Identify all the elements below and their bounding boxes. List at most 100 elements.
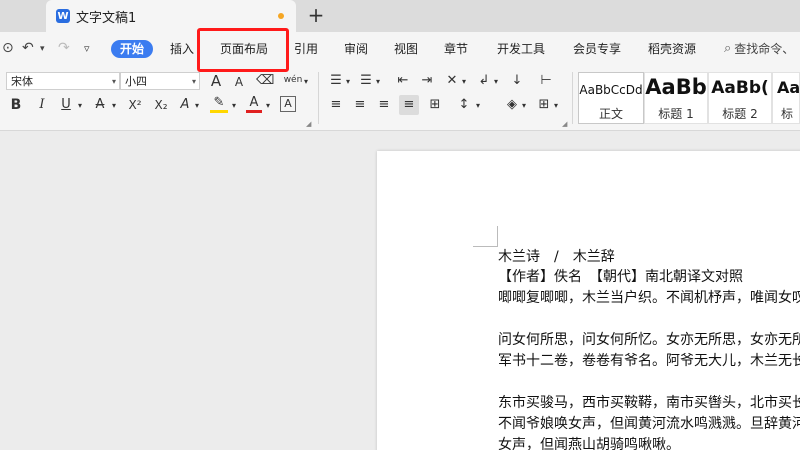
- borders-dropdown-icon[interactable]: ▾: [552, 97, 560, 115]
- character-border-icon[interactable]: A: [280, 96, 296, 112]
- doc-line[interactable]: 女声，但闻燕山胡骑鸣啾啾。: [498, 435, 680, 450]
- quick-access-and-menu-row: ⊙ ↶ ▾ ↷ ▿ 开始 插入 页面布局 引用 审阅 视图 章节 开发工具 会员…: [0, 32, 800, 66]
- print-preview-icon[interactable]: ⊙: [2, 40, 14, 56]
- pinyin-dropdown-icon[interactable]: ▾: [302, 73, 310, 91]
- font-color-dropdown-icon[interactable]: ▾: [264, 97, 272, 115]
- style-preview: AaBb: [645, 75, 707, 99]
- underline-dropdown-icon[interactable]: ▾: [76, 97, 84, 115]
- group-separator: [318, 72, 319, 124]
- clear-format-icon[interactable]: ⌫: [256, 72, 274, 90]
- font-color-icon[interactable]: A: [246, 95, 262, 113]
- style-heading-3[interactable]: Aa 标: [772, 72, 800, 124]
- undo-dropdown-icon[interactable]: ▾: [40, 44, 45, 54]
- doc-line[interactable]: 问女何所思，问女何所忆。女亦无所思，女亦无所忆。昨夜见: [498, 330, 800, 350]
- tab-section[interactable]: 章节: [444, 40, 468, 58]
- style-normal[interactable]: AaBbCcDd 正文: [578, 72, 644, 124]
- tab-developer[interactable]: 开发工具: [497, 40, 545, 58]
- align-left-button[interactable]: ≡: [328, 96, 344, 114]
- font-family-select[interactable]: 宋体 ▾: [6, 72, 120, 90]
- style-preview: AaBb(: [711, 78, 769, 98]
- bullets-icon[interactable]: ☰: [328, 72, 344, 90]
- tab-home[interactable]: 开始: [111, 40, 154, 58]
- style-name: 正文: [598, 107, 623, 121]
- style-preview: Aa: [777, 78, 800, 97]
- tab-member[interactable]: 会员专享: [573, 40, 621, 58]
- bold-button[interactable]: B: [8, 96, 24, 114]
- style-name: 标题 1: [658, 107, 694, 121]
- unsaved-indicator: [278, 13, 284, 19]
- grow-font-icon[interactable]: A: [208, 72, 224, 90]
- font-size-select[interactable]: 小四 ▾: [120, 72, 200, 90]
- annotation-highlight-box: [197, 28, 289, 72]
- tabs-ruler-icon[interactable]: ⊢: [536, 72, 556, 90]
- new-tab-button[interactable]: +: [305, 3, 327, 27]
- doc-line[interactable]: 不闻爷娘唤女声，但闻黄河流水鸣溅溅。旦辞黄河去，暮至黑: [498, 414, 800, 434]
- italic-button[interactable]: I: [34, 96, 50, 114]
- align-center-button[interactable]: ≡: [352, 96, 368, 114]
- bullets-dropdown-icon[interactable]: ▾: [344, 73, 352, 91]
- chinese-layout-icon[interactable]: ✕: [444, 72, 460, 90]
- superscript-button[interactable]: X²: [124, 96, 146, 114]
- font-size-value: 小四: [125, 75, 147, 88]
- borders-icon[interactable]: ⊞: [536, 96, 552, 114]
- tab-review[interactable]: 审阅: [344, 40, 368, 58]
- shading-dropdown-icon[interactable]: ▾: [520, 97, 528, 115]
- highlight-dropdown-icon[interactable]: ▾: [230, 97, 238, 115]
- pinyin-guide-icon[interactable]: wén: [282, 71, 304, 89]
- title-tab-bar: W 文字文稿1 +: [0, 0, 800, 32]
- increase-indent-icon[interactable]: ⇥: [418, 72, 436, 90]
- tab-references[interactable]: 引用: [294, 40, 318, 58]
- wps-writer-icon: W: [56, 9, 70, 23]
- shrink-font-icon[interactable]: A: [232, 73, 246, 91]
- underline-button[interactable]: U: [58, 96, 74, 114]
- redo-icon[interactable]: ↷: [58, 40, 70, 56]
- document-page[interactable]: 木兰诗 / 木兰辞 【作者】佚名 【朝代】南北朝译文对照 唧唧复唧唧，木兰当户织…: [377, 151, 800, 450]
- chinese-layout-dropdown-icon[interactable]: ▾: [460, 73, 468, 91]
- ribbon: ⊙ ↶ ▾ ↷ ▿ 开始 插入 页面布局 引用 审阅 视图 章节 开发工具 会员…: [0, 32, 800, 131]
- home-toolbar: 宋体 ▾ 小四 ▾ A A ⌫ wén ▾ B I U ▾ A ▾ X² X₂ …: [0, 68, 800, 128]
- doc-line[interactable]: 东市买骏马，西市买鞍鞯，南市买辔头，北市买长鞭。旦辞爷: [498, 393, 800, 413]
- text-effect-button[interactable]: A: [178, 96, 192, 114]
- doc-line[interactable]: 木兰诗 / 木兰辞: [498, 247, 615, 267]
- undo-icon[interactable]: ↶: [22, 40, 34, 56]
- document-canvas[interactable]: 木兰诗 / 木兰辞 【作者】佚名 【朝代】南北朝译文对照 唧唧复唧唧，木兰当户织…: [0, 131, 800, 450]
- tab-docer-resources[interactable]: 稻壳资源: [648, 40, 696, 58]
- decrease-indent-icon[interactable]: ⇤: [394, 72, 412, 90]
- highlight-icon[interactable]: ✎: [210, 95, 228, 113]
- shading-icon[interactable]: ◈: [504, 96, 520, 114]
- text-direction-dropdown-icon[interactable]: ▾: [492, 73, 500, 91]
- doc-line[interactable]: 军书十二卷，卷卷有爷名。阿爷无大儿，木兰无长兄，愿为市: [498, 351, 800, 371]
- doc-line[interactable]: 唧唧复唧唧，木兰当户织。不闻机杼声，唯闻女叹息。: [498, 288, 800, 308]
- page-margin-marker: [473, 226, 498, 247]
- style-name: 标题 2: [722, 107, 758, 121]
- subscript-button[interactable]: X₂: [150, 96, 172, 114]
- customize-quick-access-icon[interactable]: ▿: [84, 42, 90, 55]
- command-search[interactable]: ⌕ 查找命令、: [724, 40, 794, 57]
- numbering-icon[interactable]: ☰: [358, 72, 374, 90]
- chevron-down-icon: ▾: [111, 77, 116, 86]
- line-spacing-icon[interactable]: ↕: [456, 96, 472, 114]
- numbering-dropdown-icon[interactable]: ▾: [374, 73, 382, 91]
- style-heading-1[interactable]: AaBb 标题 1: [644, 72, 708, 124]
- strikethrough-button[interactable]: A: [92, 96, 108, 114]
- document-title: 文字文稿1: [76, 10, 137, 26]
- justify-button[interactable]: ≡: [399, 95, 419, 115]
- font-family-value: 宋体: [11, 75, 33, 88]
- line-spacing-dropdown-icon[interactable]: ▾: [474, 97, 482, 115]
- align-right-button[interactable]: ≡: [376, 96, 392, 114]
- style-gallery: AaBbCcDd 正文 AaBb 标题 1 AaBb( 标题 2 Aa 标: [578, 72, 800, 124]
- strikethrough-dropdown-icon[interactable]: ▾: [110, 97, 118, 115]
- text-direction-icon[interactable]: ↲: [476, 72, 492, 90]
- paragraph-dialog-launcher-icon[interactable]: ◢: [562, 120, 567, 128]
- font-dialog-launcher-icon[interactable]: ◢: [306, 120, 311, 128]
- distributed-align-button[interactable]: ⊞: [426, 96, 444, 114]
- style-heading-2[interactable]: AaBb( 标题 2: [708, 72, 772, 124]
- sort-icon[interactable]: ↓: [508, 72, 526, 90]
- command-search-label: 查找命令、: [734, 42, 795, 56]
- group-separator: [572, 72, 573, 124]
- tab-insert[interactable]: 插入: [170, 40, 194, 58]
- doc-line[interactable]: 【作者】佚名 【朝代】南北朝译文对照: [498, 267, 743, 287]
- style-name: 标: [781, 107, 794, 121]
- text-effect-dropdown-icon[interactable]: ▾: [193, 97, 201, 115]
- tab-view[interactable]: 视图: [394, 40, 418, 58]
